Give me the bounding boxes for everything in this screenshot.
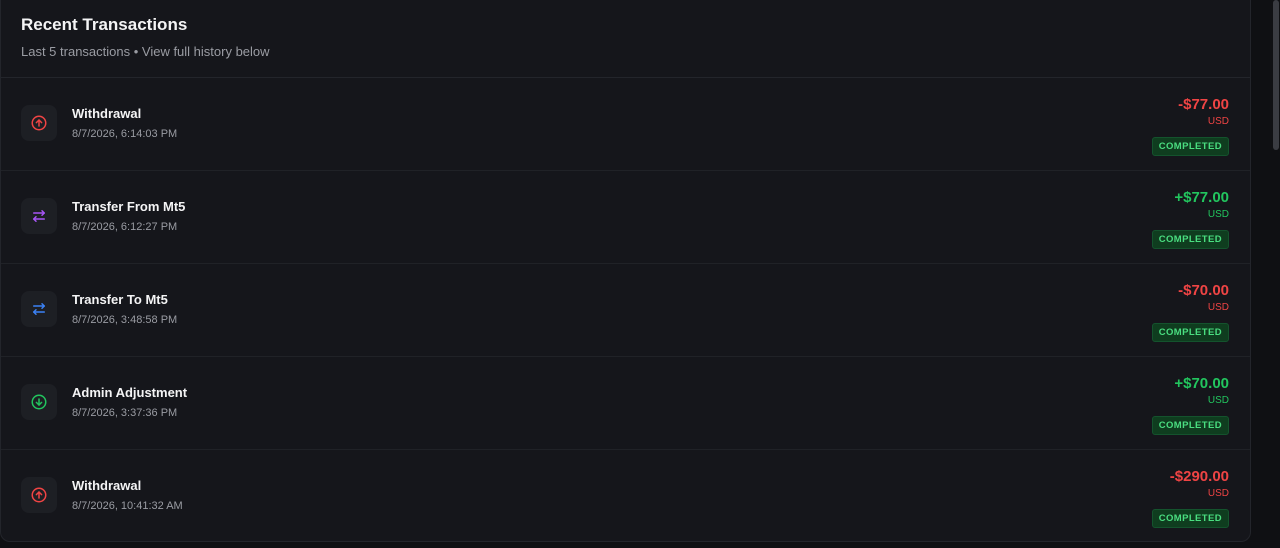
transaction-currency: USD bbox=[1207, 209, 1229, 220]
transaction-currency: USD bbox=[1207, 302, 1229, 313]
arrow-up-circle-icon bbox=[21, 105, 57, 141]
transaction-title: Withdrawal bbox=[72, 478, 142, 493]
transaction-row[interactable]: Transfer To Mt5 8/7/2026, 3:48:58 PM -$7… bbox=[1, 264, 1250, 357]
transfer-arrows-icon bbox=[21, 198, 57, 234]
transaction-amount: -$77.00 bbox=[1178, 96, 1229, 113]
transaction-row[interactable]: Withdrawal 8/7/2026, 6:14:03 PM -$77.00 … bbox=[1, 78, 1250, 171]
arrow-up-circle-icon bbox=[21, 477, 57, 513]
status-badge: COMPLETED bbox=[1151, 323, 1229, 342]
transaction-date: 8/7/2026, 3:48:58 PM bbox=[72, 314, 178, 326]
card-header: Recent Transactions Last 5 transactions … bbox=[1, 0, 1250, 78]
page-scrollbar[interactable] bbox=[1272, 0, 1280, 548]
transaction-currency: USD bbox=[1207, 488, 1229, 499]
transaction-title: Transfer From Mt5 bbox=[72, 199, 186, 214]
transaction-date: 8/7/2026, 3:37:36 PM bbox=[72, 407, 178, 419]
transaction-amount: +$70.00 bbox=[1174, 375, 1229, 392]
transaction-title: Withdrawal bbox=[72, 106, 142, 121]
status-badge: COMPLETED bbox=[1151, 509, 1229, 528]
status-badge: COMPLETED bbox=[1151, 416, 1229, 435]
card-subtitle: Last 5 transactions • View full history … bbox=[21, 44, 270, 59]
transaction-row[interactable]: Admin Adjustment 8/7/2026, 3:37:36 PM +$… bbox=[1, 357, 1250, 450]
arrow-down-circle-icon bbox=[21, 384, 57, 420]
transaction-date: 8/7/2026, 6:14:03 PM bbox=[72, 128, 178, 140]
transaction-currency: USD bbox=[1207, 116, 1229, 127]
page-title: Recent Transactions bbox=[21, 15, 188, 34]
transaction-amount: +$77.00 bbox=[1174, 189, 1229, 206]
status-badge: COMPLETED bbox=[1151, 137, 1229, 156]
status-badge: COMPLETED bbox=[1151, 230, 1229, 249]
transaction-row[interactable]: Transfer From Mt5 8/7/2026, 6:12:27 PM +… bbox=[1, 171, 1250, 264]
transaction-title: Transfer To Mt5 bbox=[72, 292, 168, 307]
transaction-row[interactable]: Withdrawal 8/7/2026, 10:41:32 AM -$290.0… bbox=[1, 450, 1250, 543]
recent-transactions-card: Recent Transactions Last 5 transactions … bbox=[0, 0, 1251, 542]
transaction-amount: -$70.00 bbox=[1178, 282, 1229, 299]
transaction-date: 8/7/2026, 10:41:32 AM bbox=[72, 500, 183, 512]
transaction-amount: -$290.00 bbox=[1169, 468, 1229, 485]
transfer-arrows-icon bbox=[21, 291, 57, 327]
transaction-currency: USD bbox=[1207, 395, 1229, 406]
transaction-date: 8/7/2026, 6:12:27 PM bbox=[72, 221, 178, 233]
transaction-title: Admin Adjustment bbox=[72, 385, 188, 400]
scrollbar-thumb[interactable] bbox=[1273, 0, 1279, 150]
